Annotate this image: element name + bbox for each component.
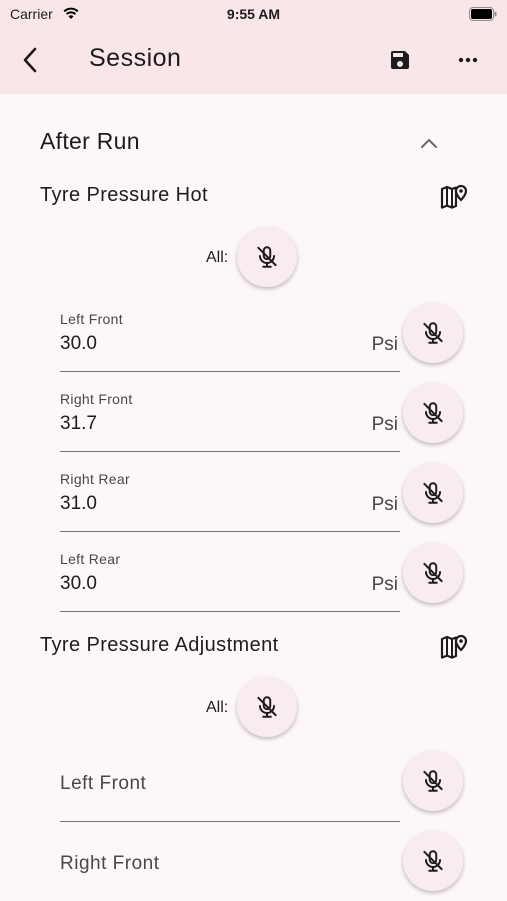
text-field-left-front[interactable]: Left Front 30.0 Psi	[60, 301, 400, 372]
field-label: Left Rear	[60, 551, 121, 567]
back-button[interactable]	[14, 42, 46, 78]
app-bar: Session	[0, 28, 507, 94]
field-unit: Psi	[371, 414, 398, 435]
text-field-left-front[interactable]: Left Front	[60, 751, 400, 822]
mic-button-right-rear[interactable]	[403, 463, 463, 523]
battery-icon	[469, 7, 497, 21]
mic-button-left-front[interactable]	[403, 751, 463, 811]
mic-button-right-front[interactable]	[403, 383, 463, 443]
all-label: All:	[206, 699, 229, 716]
status-time: 9:55 AM	[226, 6, 281, 22]
more-options-button[interactable]	[452, 44, 484, 76]
field-label: Left Front	[60, 773, 147, 794]
section-title: After Run	[40, 128, 140, 154]
field-value: 30.0	[60, 333, 97, 354]
save-button[interactable]	[384, 44, 416, 76]
mic-button-left-rear[interactable]	[403, 543, 463, 603]
chevron-up-icon	[421, 139, 437, 148]
save-icon	[391, 51, 409, 69]
field-label: Right Rear	[60, 471, 130, 487]
field-value: 31.7	[60, 413, 97, 434]
field-label: Right Front	[60, 391, 133, 407]
more-horiz-icon	[458, 57, 478, 63]
status-bar: Carrier 9:55 AM	[0, 0, 507, 28]
field-value: 31.0	[60, 493, 97, 514]
text-field-right-rear[interactable]: Right Rear 31.0 Psi	[60, 461, 400, 532]
field-label: Right Front	[60, 853, 160, 874]
mic-off-icon	[423, 770, 443, 792]
mic-off-icon	[257, 696, 277, 718]
text-field-right-front[interactable]: Right Front 31.7 Psi	[60, 381, 400, 452]
mic-off-icon	[423, 322, 443, 344]
all-label: All:	[206, 249, 229, 266]
field-value: 30.0	[60, 573, 97, 594]
map-pin-button[interactable]	[440, 183, 468, 211]
mic-button-all[interactable]	[237, 677, 297, 737]
text-field-right-front[interactable]: Right Front	[60, 831, 400, 901]
mic-off-icon	[423, 402, 443, 424]
back-arrow-icon	[23, 47, 37, 73]
mic-off-icon	[423, 482, 443, 504]
mic-off-icon	[423, 850, 443, 872]
map-pin-icon	[440, 634, 468, 659]
mic-button-left-front[interactable]	[403, 303, 463, 363]
mic-off-icon	[257, 246, 277, 268]
collapse-section-button[interactable]	[416, 132, 442, 154]
field-unit: Psi	[371, 334, 398, 355]
mic-button-all[interactable]	[237, 227, 297, 287]
field-unit: Psi	[371, 574, 398, 595]
page-title: Session	[89, 44, 182, 72]
group-title-tyre-pressure-hot: Tyre Pressure Hot	[40, 184, 208, 206]
mic-button-right-front[interactable]	[403, 831, 463, 891]
group-title-tyre-pressure-adjustment: Tyre Pressure Adjustment	[40, 634, 279, 656]
mic-off-icon	[423, 562, 443, 584]
text-field-left-rear[interactable]: Left Rear 30.0 Psi	[60, 541, 400, 612]
field-unit: Psi	[371, 494, 398, 515]
field-label: Left Front	[60, 311, 123, 327]
map-pin-icon	[440, 184, 468, 209]
map-pin-button[interactable]	[440, 633, 468, 661]
